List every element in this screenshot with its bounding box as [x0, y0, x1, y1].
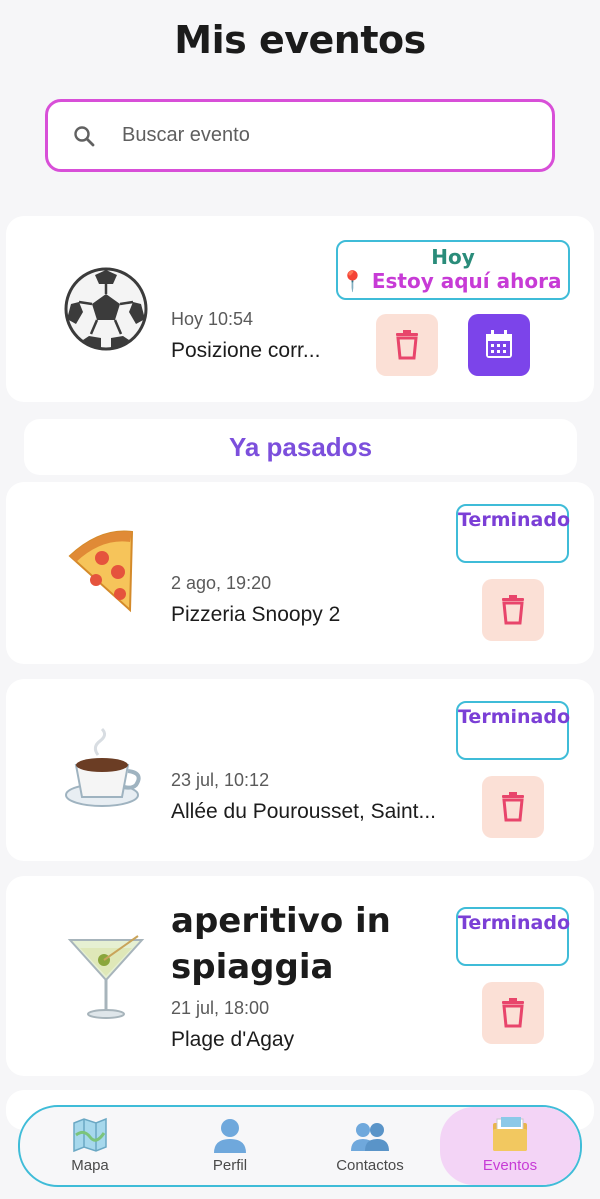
event-time: 21 jul, 18:00	[171, 998, 270, 1018]
event-card[interactable]: 23 jul, 10:12 Allée du Pourousset, Saint…	[6, 679, 594, 861]
nav-label: Contactos	[336, 1157, 404, 1174]
event-name: aperitivo in spiaggia	[171, 901, 391, 987]
event-card-current[interactable]: Hoy 10:54 Posizione corr... Hoy 📍 Estoy …	[6, 216, 594, 402]
delete-button[interactable]	[482, 776, 544, 838]
status-today: Hoy	[431, 245, 475, 269]
page-title: Mis eventos	[174, 18, 426, 62]
calendar-icon	[486, 330, 512, 358]
cocktail-icon	[67, 935, 145, 1019]
trash-icon	[396, 330, 418, 360]
nav-item-eventos[interactable]: Eventos	[440, 1107, 580, 1185]
trash-icon	[502, 998, 524, 1028]
calendar-button[interactable]	[468, 314, 530, 376]
pizza-icon	[68, 530, 134, 613]
search-field[interactable]	[45, 99, 555, 172]
coffee-icon	[65, 727, 141, 807]
nav-item-contactos[interactable]: Contactos	[300, 1107, 440, 1185]
soccer-ball-icon	[64, 267, 148, 351]
status-here-now: 📍 Estoy aquí ahora	[340, 269, 562, 293]
delete-button[interactable]	[376, 314, 438, 376]
delete-button[interactable]	[482, 982, 544, 1044]
search-input[interactable]	[122, 124, 502, 147]
event-place: Posizione corr...	[171, 339, 321, 362]
status-badge: Terminado	[456, 701, 570, 760]
folder-icon	[493, 1117, 527, 1151]
nav-item-perfil[interactable]: Perfil	[160, 1107, 300, 1185]
status-badge: Hoy 📍 Estoy aquí ahora	[336, 240, 570, 300]
event-place: Pizzeria Snoopy 2	[171, 603, 341, 626]
trash-icon	[502, 792, 524, 822]
people-icon	[351, 1123, 389, 1151]
person-icon	[214, 1119, 246, 1153]
event-time: 2 ago, 19:20	[171, 573, 272, 593]
event-place: Allée du Pourousset, Saint...	[171, 800, 436, 823]
bottom-nav: Mapa Perfil Contactos Eventos	[18, 1105, 582, 1187]
status-badge: Terminado	[456, 907, 570, 966]
event-card[interactable]: aperitivo in spiaggia 21 jul, 18:00 Plag…	[6, 876, 594, 1076]
search-icon	[70, 122, 98, 150]
section-past-title: Ya pasados	[24, 419, 577, 475]
event-time: Hoy 10:54	[171, 309, 254, 329]
map-icon	[73, 1117, 107, 1153]
event-time: 23 jul, 10:12	[171, 770, 270, 790]
event-place: Plage d'Agay	[171, 1028, 295, 1051]
nav-label: Eventos	[482, 1157, 538, 1174]
nav-label: Perfil	[212, 1157, 248, 1174]
status-badge: Terminado	[456, 504, 570, 563]
trash-icon	[502, 595, 524, 625]
delete-button[interactable]	[482, 579, 544, 641]
event-card[interactable]: 2 ago, 19:20 Pizzeria Snoopy 2 Terminado	[6, 482, 594, 664]
nav-label: Mapa	[71, 1157, 109, 1174]
nav-item-mapa[interactable]: Mapa	[20, 1107, 160, 1185]
